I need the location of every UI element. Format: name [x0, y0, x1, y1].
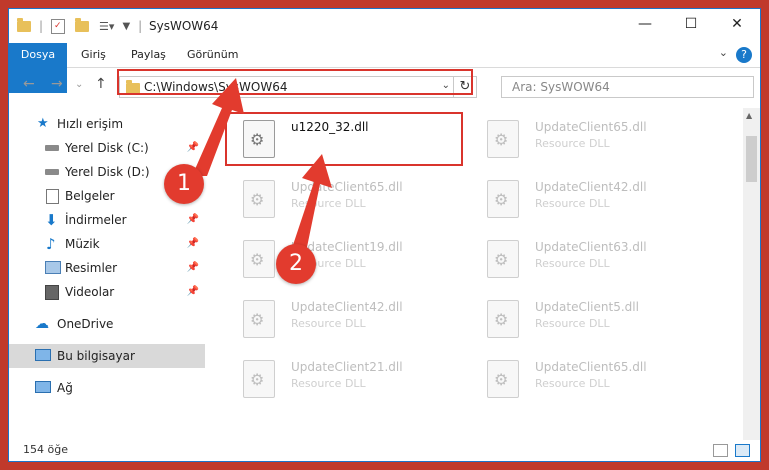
annotation-arrows	[192, 78, 332, 252]
step-1-badge: 1	[164, 164, 204, 204]
step-2-badge: 2	[276, 244, 316, 284]
arrow-to-address	[192, 78, 244, 176]
arrow-to-file	[292, 154, 332, 252]
